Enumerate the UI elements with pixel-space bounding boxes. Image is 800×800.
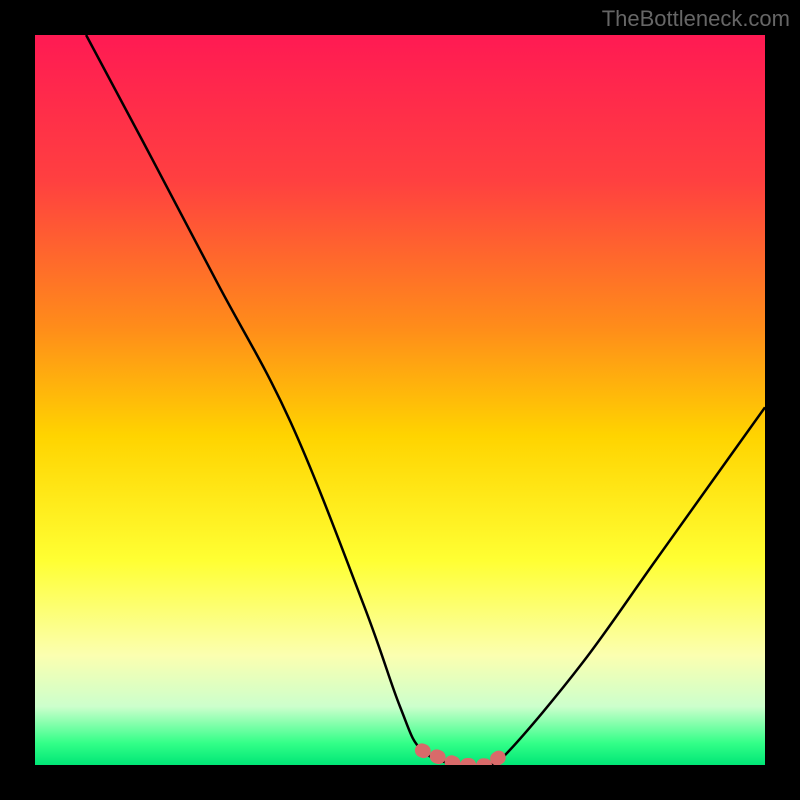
chart-frame bbox=[35, 35, 765, 765]
watermark-text: TheBottleneck.com bbox=[602, 6, 790, 32]
bottleneck-curve bbox=[86, 35, 765, 765]
curve-layer bbox=[35, 35, 765, 765]
optimal-region-marker bbox=[422, 750, 510, 765]
